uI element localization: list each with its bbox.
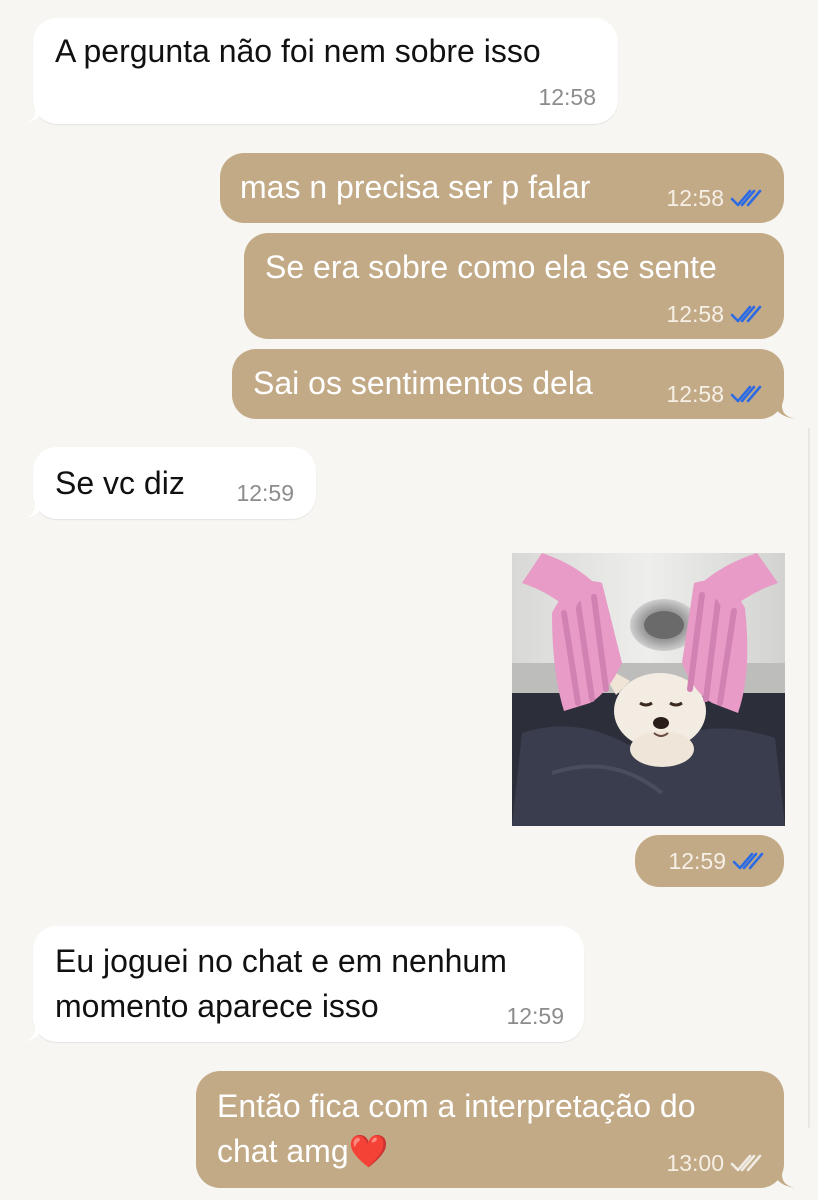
message-text: Se vc diz bbox=[55, 465, 185, 501]
sticker-meta-bubble: 12:59 bbox=[635, 835, 784, 887]
double-check-icon bbox=[730, 305, 762, 323]
message-meta: 12:58 bbox=[666, 300, 764, 328]
message-timestamp: 13:00 bbox=[666, 1150, 724, 1176]
message-outgoing[interactable]: Se era sobre como ela se sente 12:58 bbox=[244, 233, 784, 339]
bubble-tail bbox=[21, 495, 45, 519]
message-text-line-1: Então fica com a interpretação do bbox=[217, 1088, 696, 1124]
chat-conversation: A pergunta não foi nem sobre isso 12:58 … bbox=[0, 0, 818, 1200]
message-timestamp: 12:58 bbox=[666, 381, 724, 407]
message-timestamp: 12:59 bbox=[668, 848, 726, 874]
message-text: Sai os sentimentos dela bbox=[253, 365, 593, 401]
message-timestamp: 12:58 bbox=[666, 185, 724, 211]
message-time: 12:59 bbox=[506, 1002, 564, 1030]
bubble-tail bbox=[772, 1164, 796, 1188]
message-text: mas n precisa ser p falar bbox=[240, 169, 591, 205]
heart-emoji: ❤️ bbox=[348, 1133, 389, 1169]
sticker-image[interactable] bbox=[512, 553, 785, 826]
message-text-line-2: momento aparece isso bbox=[55, 988, 379, 1024]
message-outgoing[interactable]: Sai os sentimentos dela 12:58 bbox=[232, 349, 796, 419]
message-timestamp: 12:58 bbox=[666, 301, 724, 327]
double-check-icon bbox=[730, 189, 762, 207]
message-meta: 12:59 bbox=[668, 847, 766, 875]
message-text: A pergunta não foi nem sobre isso bbox=[55, 33, 541, 69]
message-time: 12:58 bbox=[538, 83, 596, 111]
message-time: 12:59 bbox=[236, 479, 294, 507]
bubble-tail bbox=[772, 395, 796, 419]
message-outgoing[interactable]: mas n precisa ser p falar 12:58 bbox=[220, 153, 784, 223]
message-timestamp: 12:59 bbox=[236, 480, 294, 506]
message-timestamp: 12:58 bbox=[538, 84, 596, 110]
message-timestamp: 12:59 bbox=[506, 1003, 564, 1029]
message-text: Se era sobre como ela se sente bbox=[265, 249, 717, 285]
chihuahua-grooming-image bbox=[512, 553, 785, 826]
message-incoming[interactable]: Se vc diz 12:59 bbox=[21, 447, 316, 519]
bubble-tail bbox=[21, 1018, 45, 1042]
message-incoming[interactable]: A pergunta não foi nem sobre isso 12:58 bbox=[21, 18, 618, 124]
message-text-line-2-wrap: chat amg❤️ bbox=[217, 1129, 388, 1173]
message-outgoing[interactable]: Então fica com a interpretação do chat a… bbox=[196, 1071, 796, 1188]
scrollbar[interactable] bbox=[808, 428, 810, 1128]
message-text-line-2: chat amg bbox=[217, 1133, 349, 1169]
message-incoming[interactable]: Eu joguei no chat e em nenhum momento ap… bbox=[21, 926, 584, 1042]
message-meta: 12:58 bbox=[666, 184, 764, 212]
double-check-icon bbox=[732, 852, 764, 870]
message-meta: 12:58 bbox=[666, 380, 764, 408]
message-text-line-1: Eu joguei no chat e em nenhum bbox=[55, 943, 507, 979]
double-check-icon bbox=[730, 385, 762, 403]
double-check-icon bbox=[730, 1154, 762, 1172]
bubble-tail bbox=[21, 100, 45, 124]
message-meta: 13:00 bbox=[666, 1149, 764, 1177]
